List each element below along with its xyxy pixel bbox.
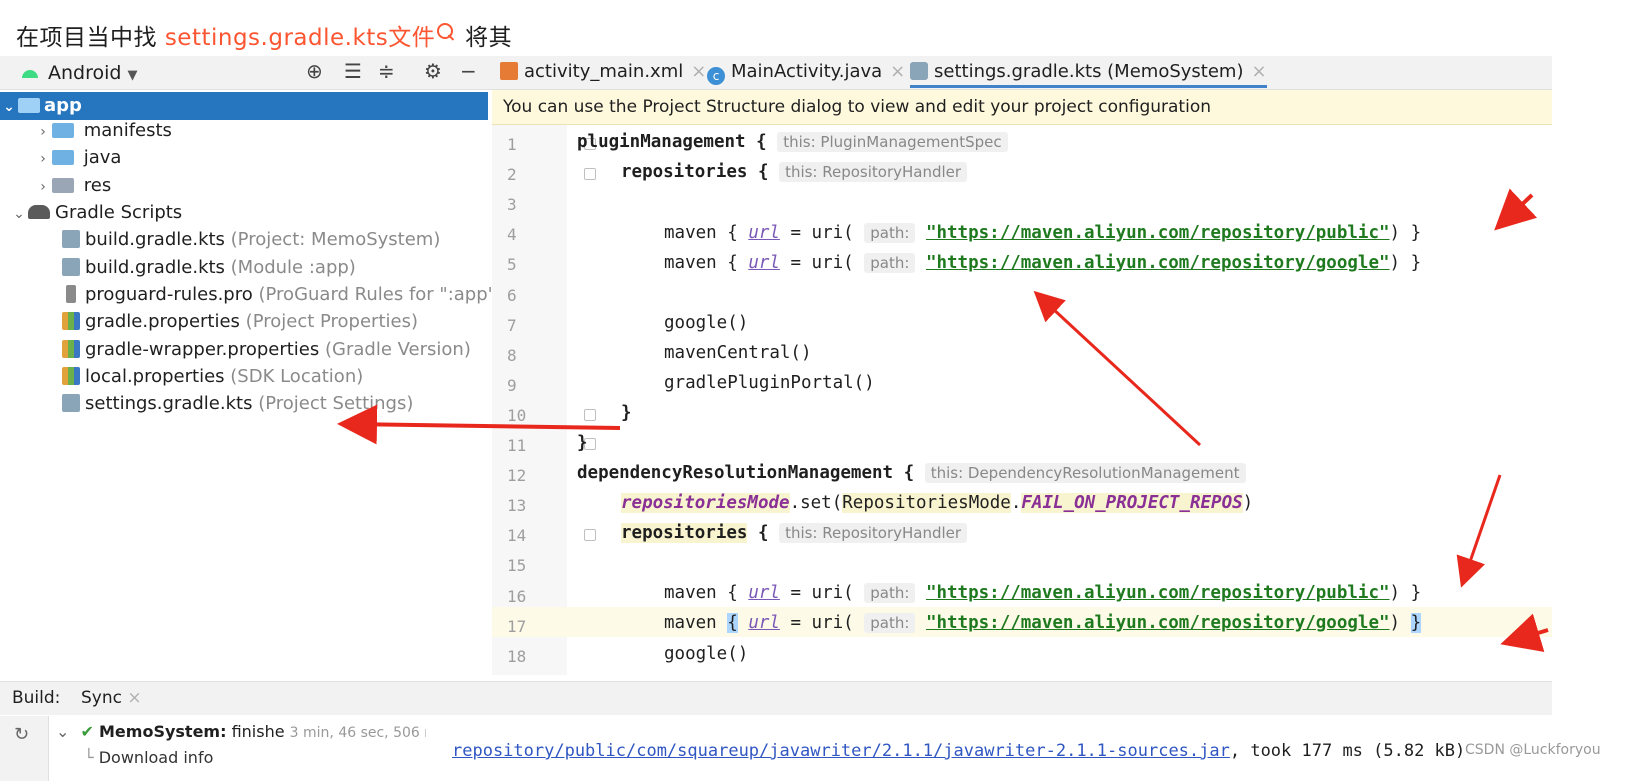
arrow-to-settings-gradle: [337, 404, 621, 445]
arrow-to-line-16: [1456, 474, 1502, 588]
arrow-to-line-5: [1033, 290, 1202, 447]
annotation-arrows: [337, 188, 1549, 652]
arrow-to-line-4: [1494, 188, 1538, 231]
arrow-to-line-17: [1500, 613, 1549, 652]
